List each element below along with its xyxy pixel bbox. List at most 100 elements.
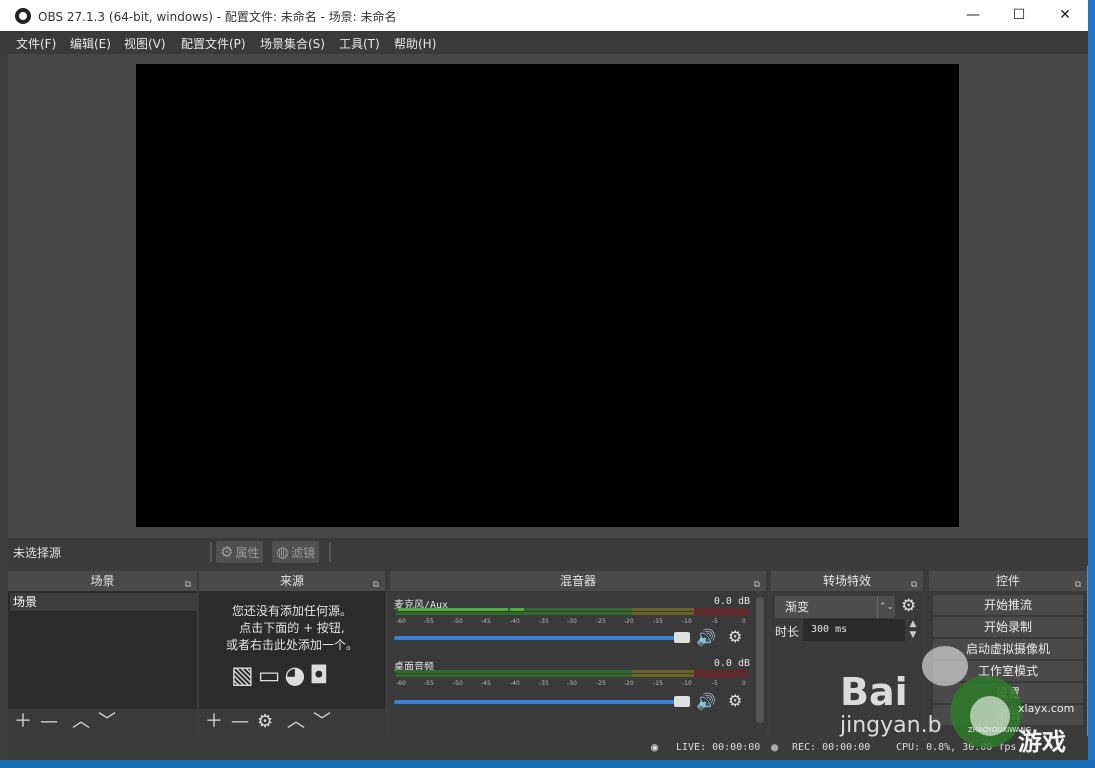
move-down-icon[interactable]: ﹀ (313, 712, 331, 732)
sources-dock-header: 来源 ⧉ (199, 571, 385, 591)
divider (210, 542, 212, 562)
duration-label: 时长 (775, 625, 800, 639)
properties-label: 属性 (235, 546, 260, 560)
start-recording-button[interactable]: 开始录制 (933, 617, 1083, 637)
hint-line: 或者右击此处添加一个。 (225, 638, 358, 652)
remove-source-icon[interactable]: — (231, 712, 249, 732)
menu-bar: 文件(F) 编辑(E) 视图(V) 配置文件(P) 场景集合(S) 工具(T) … (0, 31, 1088, 54)
browser-globe-icon: ◕ (284, 661, 310, 689)
menu-scene-collection[interactable]: 场景集合(S) (260, 35, 325, 52)
meter-scale: -60 -55 -50 -45 -40 -35 -30 -25 -20 -15 -10 -5 0 (396, 618, 746, 625)
channel-db: 0.0 dB (713, 596, 750, 607)
slider-handle[interactable] (674, 632, 690, 643)
scenes-dock-header: 场景 ⧉ (8, 571, 197, 591)
mixer-title: 混音器 (559, 574, 596, 588)
sources-toolbar: ＋ — ⚙ ︿ ﹀ (199, 709, 385, 736)
add-source-icon[interactable]: ＋ (205, 712, 223, 732)
hint-line: 点击下面的 + 按钮, (239, 621, 345, 635)
meter-scale: -60 -55 -50 -45 -40 -35 -30 -25 -20 -15 -10 -5 0 (396, 680, 746, 687)
filters-label: 滤镜 (291, 546, 316, 560)
controls-body: 开始推流 开始录制 启动虚拟摄像机 工作室模式 设置 退出 (929, 591, 1087, 736)
scenes-dock: 场景 ⧉ 场景 ＋ — ︿ ﹀ (8, 571, 202, 736)
controls-dock-header: 控件 ⧉ (929, 571, 1087, 591)
menu-tools[interactable]: 工具(T) (339, 35, 380, 52)
duration-spinner[interactable]: ▲ ▼ (905, 619, 921, 641)
source-settings-gear-icon[interactable]: ⚙ (257, 712, 273, 732)
scene-list-item[interactable]: 场景 (10, 593, 202, 611)
mixer-body: 麦克风/Aux 0.0 dB -60 -55 -50 -45 -40 -35 -30 -25-… (390, 591, 766, 736)
exit-button[interactable]: 退出 (933, 705, 1083, 725)
status-bar: ◉ LIVE: 00:00:00 ● REC: 00:00:00 CPU: 0.… (8, 736, 1088, 760)
volume-slider[interactable] (394, 696, 690, 707)
filters-button[interactable]: ◍ 滤镜 (272, 541, 320, 563)
move-up-icon[interactable]: ︿ (287, 712, 305, 732)
live-broadcast-icon: ◉ (651, 740, 659, 754)
transitions-dock-header: 转场特效 ⧉ (771, 571, 923, 591)
properties-button[interactable]: ⚙ 属性 (216, 541, 264, 563)
desktop-edge (0, 760, 1095, 768)
no-source-selected-label: 未选择源 (13, 546, 62, 560)
volume-slider[interactable] (394, 632, 690, 643)
add-scene-icon[interactable]: ＋ (14, 712, 32, 732)
volume-meter (396, 608, 748, 617)
menu-edit[interactable]: 编辑(E) (70, 35, 111, 52)
controls-dock: 控件 ⧉ 开始推流 开始录制 启动虚拟摄像机 工作室模式 设置 退出 (929, 571, 1087, 736)
obs-logo-icon (15, 8, 31, 24)
mixer-scrollbar[interactable] (756, 597, 764, 723)
source-type-icons: ▧▭◕◘ (231, 661, 332, 689)
sources-empty-hint: 您还没有添加任何源。 点击下面的 + 按钮, 或者右击此处添加一个。 (199, 603, 385, 654)
divider (329, 542, 331, 562)
move-up-icon[interactable]: ︿ (72, 712, 90, 732)
volume-meter (396, 670, 748, 679)
sources-dock: 来源 ⧉ 您还没有添加任何源。 点击下面的 + 按钮, 或者右击此处添加一个。 … (199, 571, 385, 736)
maximize-button[interactable]: ☐ (996, 0, 1042, 31)
window-title: OBS 27.1.3 (64-bit, windows) - 配置文件: 未命名… (38, 10, 397, 24)
image-icon: ▧ (231, 661, 258, 689)
mixer-dock-header: 混音器 ⧉ (390, 571, 766, 591)
scenes-toolbar: ＋ — ︿ ﹀ (8, 709, 197, 736)
menu-view[interactable]: 视图(V) (124, 35, 166, 52)
menu-file[interactable]: 文件(F) (16, 35, 56, 52)
settings-button[interactable]: 设置 (933, 683, 1083, 703)
duration-input[interactable]: 300 ms (803, 619, 905, 641)
menu-help[interactable]: 帮助(H) (394, 35, 436, 52)
remove-scene-icon[interactable]: — (40, 712, 58, 732)
gear-icon: ⚙ (220, 543, 234, 561)
start-virtual-camera-button[interactable]: 启动虚拟摄像机 (933, 639, 1083, 659)
move-down-icon[interactable]: ﹀ (98, 712, 116, 732)
obs-window: OBS 27.1.3 (64-bit, windows) - 配置文件: 未命名… (0, 0, 1088, 768)
transitions-body: 渐变 ⌃⌄ ⚙ 时长 300 ms ▲ ▼ (771, 591, 923, 736)
transition-selected-value: 渐变 (785, 600, 810, 614)
studio-mode-button[interactable]: 工作室模式 (933, 661, 1083, 681)
monitor-icon: ▭ (257, 661, 285, 689)
menu-profile[interactable]: 配置文件(P) (181, 35, 246, 52)
hint-line: 您还没有添加任何源。 (231, 604, 352, 618)
context-bar: 未选择源 ⚙ 属性 ◍ 滤镜 (8, 538, 1088, 566)
filter-icon: ◍ (276, 543, 290, 561)
gear-icon[interactable]: ⚙ (728, 627, 742, 646)
camera-icon: ◘ (309, 661, 333, 689)
minimize-button[interactable]: — (950, 0, 996, 31)
scenes-title: 场景 (90, 574, 115, 588)
rec-time: REC: 00:00:00 (792, 742, 871, 753)
transition-select[interactable]: 渐变 ⌃⌄ (775, 596, 895, 618)
channel-db: 0.0 dB (713, 658, 750, 669)
mixer-dock: 混音器 ⧉ 麦克风/Aux 0.0 dB -60 -55 -50 -45 -40 -35-… (390, 571, 766, 736)
preview-canvas[interactable] (136, 64, 959, 527)
title-bar: OBS 27.1.3 (64-bit, windows) - 配置文件: 未命名… (0, 0, 1088, 31)
transitions-title: 转场特效 (822, 574, 871, 588)
speaker-icon[interactable]: 🔊 (696, 692, 716, 711)
transitions-dock: 转场特效 ⧉ 渐变 ⌃⌄ ⚙ 时长 300 ms ▲ ▼ (771, 571, 923, 736)
controls-title: 控件 (995, 574, 1020, 588)
start-streaming-button[interactable]: 开始推流 (933, 595, 1083, 615)
live-time: LIVE: 00:00:00 (676, 742, 761, 753)
speaker-icon[interactable]: 🔊 (696, 628, 716, 647)
record-dot-icon: ● (771, 740, 779, 754)
gear-icon[interactable]: ⚙ (901, 596, 916, 616)
cpu-fps: CPU: 0.8%, 30.00 fps (896, 742, 1017, 753)
slider-handle[interactable] (674, 696, 690, 707)
close-button[interactable]: ✕ (1042, 0, 1088, 31)
chevron-updown-icon: ⌃⌄ (877, 596, 895, 618)
gear-icon[interactable]: ⚙ (728, 691, 742, 710)
sources-title: 来源 (279, 574, 304, 588)
